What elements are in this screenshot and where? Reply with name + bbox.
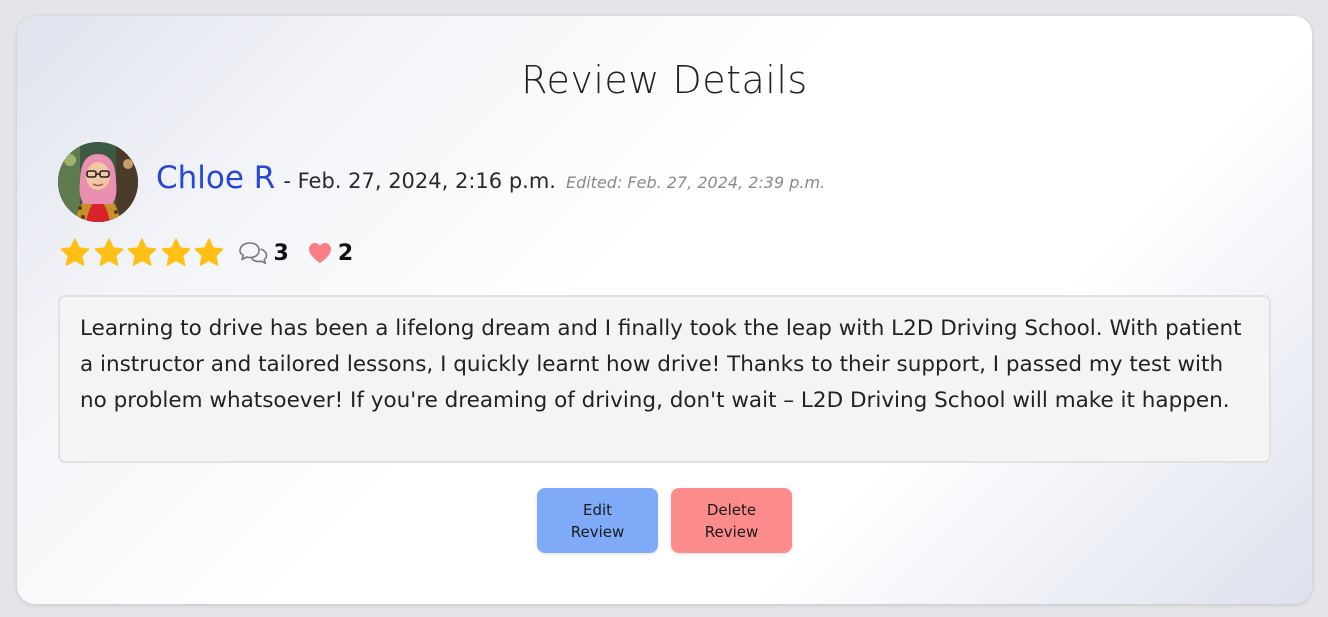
- review-actions: Edit Review Delete Review: [537, 488, 792, 553]
- edited-timestamp: Edited: Feb. 27, 2024, 2:39 p.m.: [565, 173, 826, 192]
- star-icon: [161, 238, 190, 266]
- avatar: [58, 142, 138, 222]
- star-icon: [127, 238, 157, 266]
- avatar-image: [58, 142, 138, 222]
- likes-stat[interactable]: 2: [307, 241, 353, 266]
- comments-stat[interactable]: 3: [237, 240, 289, 266]
- star-icon: [94, 238, 123, 266]
- delete-review-button[interactable]: Delete Review: [671, 488, 792, 553]
- review-header: Chloe R - Feb. 27, 2024, 2:16 p.m. Edite…: [156, 160, 825, 196]
- review-meta: 3 2: [59, 235, 353, 271]
- likes-count: 2: [337, 240, 354, 266]
- star-rating: [59, 237, 227, 269]
- author-link[interactable]: Chloe R: [156, 160, 275, 196]
- page-title: Review Details: [521, 58, 808, 102]
- comments-icon: [238, 242, 267, 264]
- review-date: - Feb. 27, 2024, 2:16 p.m.: [283, 169, 556, 193]
- comments-count: 3: [273, 240, 289, 266]
- edit-review-button[interactable]: Edit Review: [537, 488, 658, 553]
- review-card: Review Details Chloe R - Feb. 27, 2024, …: [17, 16, 1312, 604]
- star-icon: [60, 238, 90, 266]
- heart-icon: [308, 243, 331, 263]
- star-icon: [194, 238, 224, 266]
- review-body: Learning to drive has been a lifelong dr…: [58, 295, 1271, 463]
